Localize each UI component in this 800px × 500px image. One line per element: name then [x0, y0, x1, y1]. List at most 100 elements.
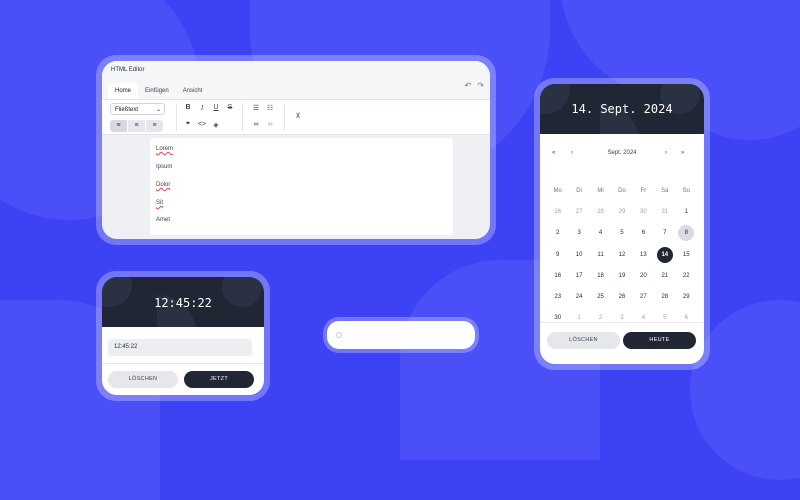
calendar-day[interactable]: 3: [568, 225, 589, 241]
calendar-day[interactable]: 30: [547, 310, 568, 326]
align-center-icon[interactable]: ≡: [128, 120, 145, 132]
calendar-day[interactable]: 23: [547, 289, 568, 305]
toolbar-divider: [284, 103, 285, 131]
bold-icon[interactable]: B: [182, 104, 194, 111]
day-number: 31: [661, 208, 669, 215]
time-input[interactable]: 12:45:22: [108, 339, 252, 356]
calendar-day[interactable]: 28: [590, 204, 611, 220]
underline-icon[interactable]: U: [210, 104, 222, 111]
code-icon[interactable]: <>: [196, 121, 208, 128]
html-editor-frame: HTML Editor Home Einfügen Ansicht ↶ ↷ Fl…: [96, 55, 496, 245]
day-number: 5: [663, 315, 667, 322]
clear-time-button[interactable]: LÖSCHEN: [108, 371, 178, 388]
calendar-day[interactable]: 10: [568, 247, 589, 263]
range-slider[interactable]: [327, 321, 475, 349]
calendar-day[interactable]: 4: [633, 310, 654, 326]
calendar-day[interactable]: 28: [654, 289, 675, 305]
calendar-day[interactable]: 30: [633, 204, 654, 220]
day-number: 9: [556, 251, 560, 258]
format-select[interactable]: Fließtext ⌄: [110, 103, 165, 115]
calendar-day[interactable]: 8: [676, 225, 697, 242]
day-number: 17: [575, 272, 583, 279]
calendar-day[interactable]: 25: [590, 289, 611, 305]
toolbar-divider: [176, 103, 177, 131]
calendar-day[interactable]: 18: [590, 268, 611, 284]
date-picker: 14. Sept. 2024 « ‹ Sept. 2024 › » Mo Di Mi…: [540, 84, 704, 364]
day-number: 3: [577, 230, 581, 237]
day-number: 12: [618, 251, 626, 258]
day-number: 11: [597, 251, 604, 258]
calendar-day[interactable]: 5: [654, 310, 675, 326]
redo-icon[interactable]: ↷: [477, 81, 484, 90]
paint-bucket-icon[interactable]: ◈: [210, 121, 222, 129]
calendar-day[interactable]: 1: [568, 310, 589, 326]
tab-home[interactable]: Home: [108, 83, 139, 99]
strikethrough-icon[interactable]: S: [224, 104, 236, 111]
now-button[interactable]: JETZT: [184, 371, 254, 388]
unlink-icon[interactable]: ∞: [264, 121, 276, 128]
calendar-day[interactable]: 6: [676, 310, 697, 326]
calendar-day[interactable]: 2: [590, 310, 611, 326]
calendar-day[interactable]: 4: [590, 225, 611, 241]
calendar-day[interactable]: 31: [654, 204, 675, 220]
calendar-day[interactable]: 22: [676, 268, 697, 284]
today-button[interactable]: HEUTE: [623, 332, 696, 349]
day-number: 1: [684, 208, 688, 215]
calendar-day[interactable]: 9: [547, 247, 568, 263]
day-number: 22: [682, 272, 690, 279]
calendar-day[interactable]: 12: [611, 247, 632, 263]
calendar-day[interactable]: 19: [611, 268, 632, 284]
calendar-day[interactable]: 6: [633, 225, 654, 241]
calendar-day[interactable]: 27: [568, 204, 589, 220]
calendar-day[interactable]: 1: [676, 204, 697, 220]
clear-format-icon[interactable]: ⊼: [292, 112, 304, 120]
italic-icon[interactable]: I: [196, 104, 208, 112]
calendar-day[interactable]: 29: [611, 204, 632, 220]
tab-einfuegen[interactable]: Einfügen: [138, 83, 176, 99]
clear-date-button[interactable]: LÖSCHEN: [547, 332, 620, 349]
editor-content[interactable]: Lorem Ipsum Dolor Sit Amet: [150, 138, 453, 235]
bullet-list-icon[interactable]: ☰: [250, 104, 262, 112]
calendar-day[interactable]: 27: [633, 289, 654, 305]
calendar-day[interactable]: 11: [590, 247, 611, 263]
calendar-day[interactable]: 16: [547, 268, 568, 284]
next-year-icon[interactable]: »: [681, 150, 684, 156]
undo-icon[interactable]: ↶: [465, 81, 472, 90]
tab-ansicht[interactable]: Ansicht: [176, 83, 210, 99]
calendar-day[interactable]: 14: [654, 246, 675, 263]
chevron-down-icon: ⌄: [155, 107, 161, 113]
calendar-day[interactable]: 15: [676, 247, 697, 263]
content-line: Amet: [156, 217, 171, 223]
day-number: 26: [618, 294, 626, 301]
link-icon[interactable]: ∞: [250, 121, 262, 128]
align-right-icon[interactable]: ≡: [146, 120, 163, 132]
slider-thumb[interactable]: [336, 332, 342, 338]
html-editor: HTML Editor Home Einfügen Ansicht ↶ ↷ Fl…: [102, 61, 490, 239]
calendar-day[interactable]: 17: [568, 268, 589, 284]
quote-icon[interactable]: ❞: [182, 121, 194, 129]
month-label[interactable]: Sept. 2024: [540, 150, 704, 156]
day-number: 30: [554, 315, 562, 322]
calendar-day[interactable]: 29: [676, 289, 697, 305]
day-number: 27: [640, 294, 647, 301]
day-number: 18: [597, 272, 604, 279]
numbered-list-icon[interactable]: ☷: [264, 104, 276, 112]
calendar-day[interactable]: 7: [654, 225, 675, 241]
calendar-day[interactable]: 5: [611, 225, 632, 241]
day-number: 10: [575, 251, 583, 258]
calendar-day[interactable]: 24: [568, 289, 589, 305]
calendar-day[interactable]: 26: [547, 204, 568, 220]
calendar-day[interactable]: 2: [547, 225, 568, 241]
next-month-icon[interactable]: ›: [665, 150, 667, 156]
calendar-day[interactable]: 26: [611, 289, 632, 305]
calendar-day[interactable]: 3: [611, 310, 632, 326]
align-left-icon[interactable]: ≡: [110, 120, 127, 132]
calendar-day[interactable]: 13: [633, 247, 654, 263]
calendar-day[interactable]: 20: [633, 268, 654, 284]
weekday-label: Do: [618, 187, 626, 194]
weekday-label: Fr: [640, 187, 647, 194]
divider: [540, 322, 704, 323]
time-picker-header: 12:45:22: [102, 277, 264, 327]
weekday-label: So: [682, 187, 690, 194]
calendar-day[interactable]: 21: [654, 268, 675, 284]
